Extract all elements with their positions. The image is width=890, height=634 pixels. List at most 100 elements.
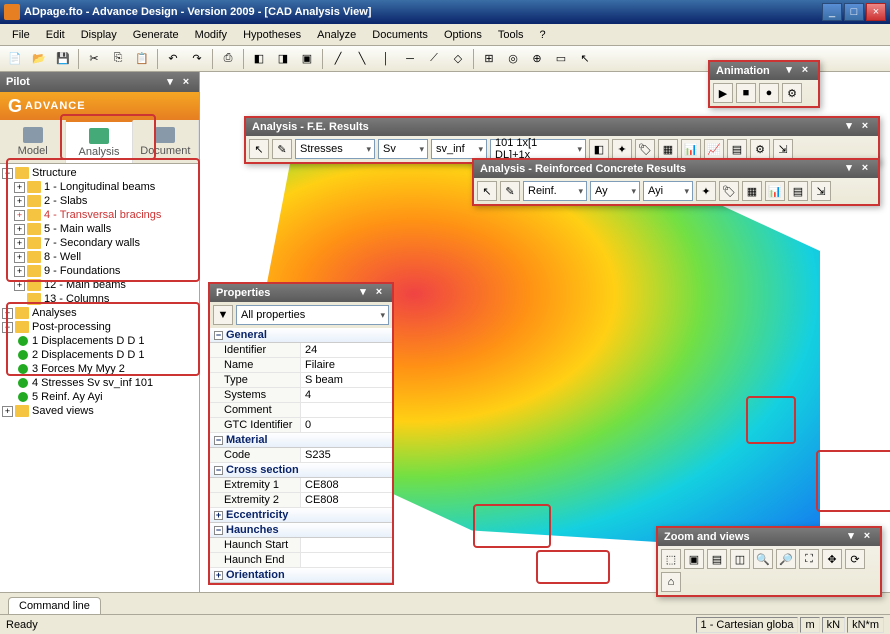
snap-icon[interactable]: ⊞	[478, 48, 500, 70]
tree-pp-item[interactable]: 5 Reinf. Ay Ayi	[0, 390, 199, 404]
btn-icon[interactable]: ◧	[589, 139, 609, 159]
close-icon[interactable]: ×	[858, 120, 872, 134]
chart-icon[interactable]: 📊	[681, 139, 701, 159]
prop-systems[interactable]: 4	[301, 388, 392, 402]
paste-icon[interactable]: 📋	[131, 48, 153, 70]
line-icon[interactable]: │	[375, 48, 397, 70]
line-icon[interactable]: ⟋	[423, 48, 445, 70]
prop-type[interactable]: S beam	[301, 373, 392, 387]
location-combo[interactable]: sv_inf	[431, 139, 487, 159]
prop-group-material[interactable]: −Material	[210, 433, 392, 448]
draw-icon[interactable]: ✎	[272, 139, 292, 159]
view-side-icon[interactable]: ◫	[730, 549, 750, 569]
chevron-down-icon[interactable]: ▾	[844, 530, 858, 544]
prop-haunch-end[interactable]	[301, 553, 392, 567]
prop-group-ecc[interactable]: +Eccentricity	[210, 508, 392, 523]
reinf-type-combo[interactable]: Reinf.	[523, 181, 587, 201]
chart-icon[interactable]: 📈	[704, 139, 724, 159]
export-icon[interactable]: ⇲	[811, 181, 831, 201]
print-icon[interactable]: ⎙	[217, 48, 239, 70]
close-icon[interactable]: ×	[372, 286, 386, 300]
snap-icon[interactable]: ◎	[502, 48, 524, 70]
properties-filter-combo[interactable]: All properties	[236, 305, 389, 325]
maximize-button[interactable]: □	[844, 3, 864, 21]
tool-icon[interactable]: ▣	[296, 48, 318, 70]
prop-name[interactable]: Filaire	[301, 358, 392, 372]
prop-code[interactable]: S235	[301, 448, 392, 462]
menu-tools[interactable]: Tools	[490, 27, 532, 43]
export-icon[interactable]: ⇲	[773, 139, 793, 159]
table-icon[interactable]: ▤	[788, 181, 808, 201]
view-top-icon[interactable]: ▤	[707, 549, 727, 569]
tool-icon[interactable]: ◨	[272, 48, 294, 70]
prop-ext1[interactable]: CE808	[301, 478, 392, 492]
close-icon[interactable]: ×	[858, 162, 872, 176]
tab-command-line[interactable]: Command line	[8, 597, 101, 614]
zoom-out-icon[interactable]: 🔎	[776, 549, 796, 569]
color-icon[interactable]: ▦	[742, 181, 762, 201]
color-icon[interactable]: ▦	[658, 139, 678, 159]
anim-play-icon[interactable]: ▶	[713, 83, 733, 103]
chevron-down-icon[interactable]: ▾	[842, 162, 856, 176]
cursor-icon[interactable]: ↖	[477, 181, 497, 201]
view-save-icon[interactable]: ⌂	[661, 572, 681, 592]
snap-icon[interactable]: ⊕	[526, 48, 548, 70]
cursor-icon[interactable]: ↖	[249, 139, 269, 159]
reinf-comp-combo[interactable]: Ay	[590, 181, 640, 201]
table-icon[interactable]: ▤	[727, 139, 747, 159]
result-type-combo[interactable]: Stresses	[295, 139, 375, 159]
menu-edit[interactable]: Edit	[38, 27, 73, 43]
tag-icon[interactable]: 🏷	[635, 139, 655, 159]
prop-identifier[interactable]: 24	[301, 343, 392, 357]
tag-icon[interactable]: 🏷	[719, 181, 739, 201]
prop-haunch-start[interactable]	[301, 538, 392, 552]
snap-icon[interactable]: ▭	[550, 48, 572, 70]
cut-icon[interactable]: ✂	[83, 48, 105, 70]
menu-display[interactable]: Display	[73, 27, 125, 43]
rotate-icon[interactable]: ⟳	[845, 549, 865, 569]
copy-icon[interactable]: ⎘	[107, 48, 129, 70]
chart-icon[interactable]: 📊	[765, 181, 785, 201]
line-icon[interactable]: ─	[399, 48, 421, 70]
menu-documents[interactable]: Documents	[364, 27, 436, 43]
tree-saved-views[interactable]: +Saved views	[0, 404, 199, 418]
chevron-down-icon[interactable]: ▾	[163, 75, 177, 89]
undo-icon[interactable]: ↶	[162, 48, 184, 70]
prop-group-haunch[interactable]: −Haunches	[210, 523, 392, 538]
open-icon[interactable]: 📂	[28, 48, 50, 70]
close-button[interactable]: ×	[866, 3, 886, 21]
menu-file[interactable]: File	[4, 27, 38, 43]
line-icon[interactable]: ◇	[447, 48, 469, 70]
settings-icon[interactable]: ⚙	[750, 139, 770, 159]
tool-icon[interactable]: ◧	[248, 48, 270, 70]
reinf-loc-combo[interactable]: Ayi	[643, 181, 693, 201]
cursor-icon[interactable]: ↖	[574, 48, 596, 70]
close-icon[interactable]: ×	[179, 75, 193, 89]
chevron-down-icon[interactable]: ▾	[782, 64, 796, 78]
tab-model[interactable]: Model	[0, 120, 66, 163]
pan-icon[interactable]: ✥	[822, 549, 842, 569]
new-icon[interactable]: 📄	[4, 48, 26, 70]
filter-icon[interactable]: ▼	[213, 305, 233, 325]
save-icon[interactable]: 💾	[52, 48, 74, 70]
prop-group-orient[interactable]: +Orientation	[210, 568, 392, 583]
minimize-button[interactable]: _	[822, 3, 842, 21]
loadcase-combo[interactable]: 101 1x[1 DL]+1x	[490, 139, 586, 159]
chevron-down-icon[interactable]: ▾	[356, 286, 370, 300]
menu-help[interactable]: ?	[532, 27, 554, 43]
close-icon[interactable]: ×	[798, 64, 812, 78]
menu-generate[interactable]: Generate	[125, 27, 187, 43]
prop-ext2[interactable]: CE808	[301, 493, 392, 507]
line-icon[interactable]: ╱	[327, 48, 349, 70]
anim-record-icon[interactable]: ●	[759, 83, 779, 103]
view-front-icon[interactable]: ▣	[684, 549, 704, 569]
draw-icon[interactable]: ✎	[500, 181, 520, 201]
chevron-down-icon[interactable]: ▾	[842, 120, 856, 134]
redo-icon[interactable]: ↷	[186, 48, 208, 70]
close-icon[interactable]: ×	[860, 530, 874, 544]
anim-stop-icon[interactable]: ■	[736, 83, 756, 103]
menu-options[interactable]: Options	[436, 27, 490, 43]
menu-analyze[interactable]: Analyze	[309, 27, 364, 43]
wand-icon[interactable]: ✦	[612, 139, 632, 159]
anim-settings-icon[interactable]: ⚙	[782, 83, 802, 103]
